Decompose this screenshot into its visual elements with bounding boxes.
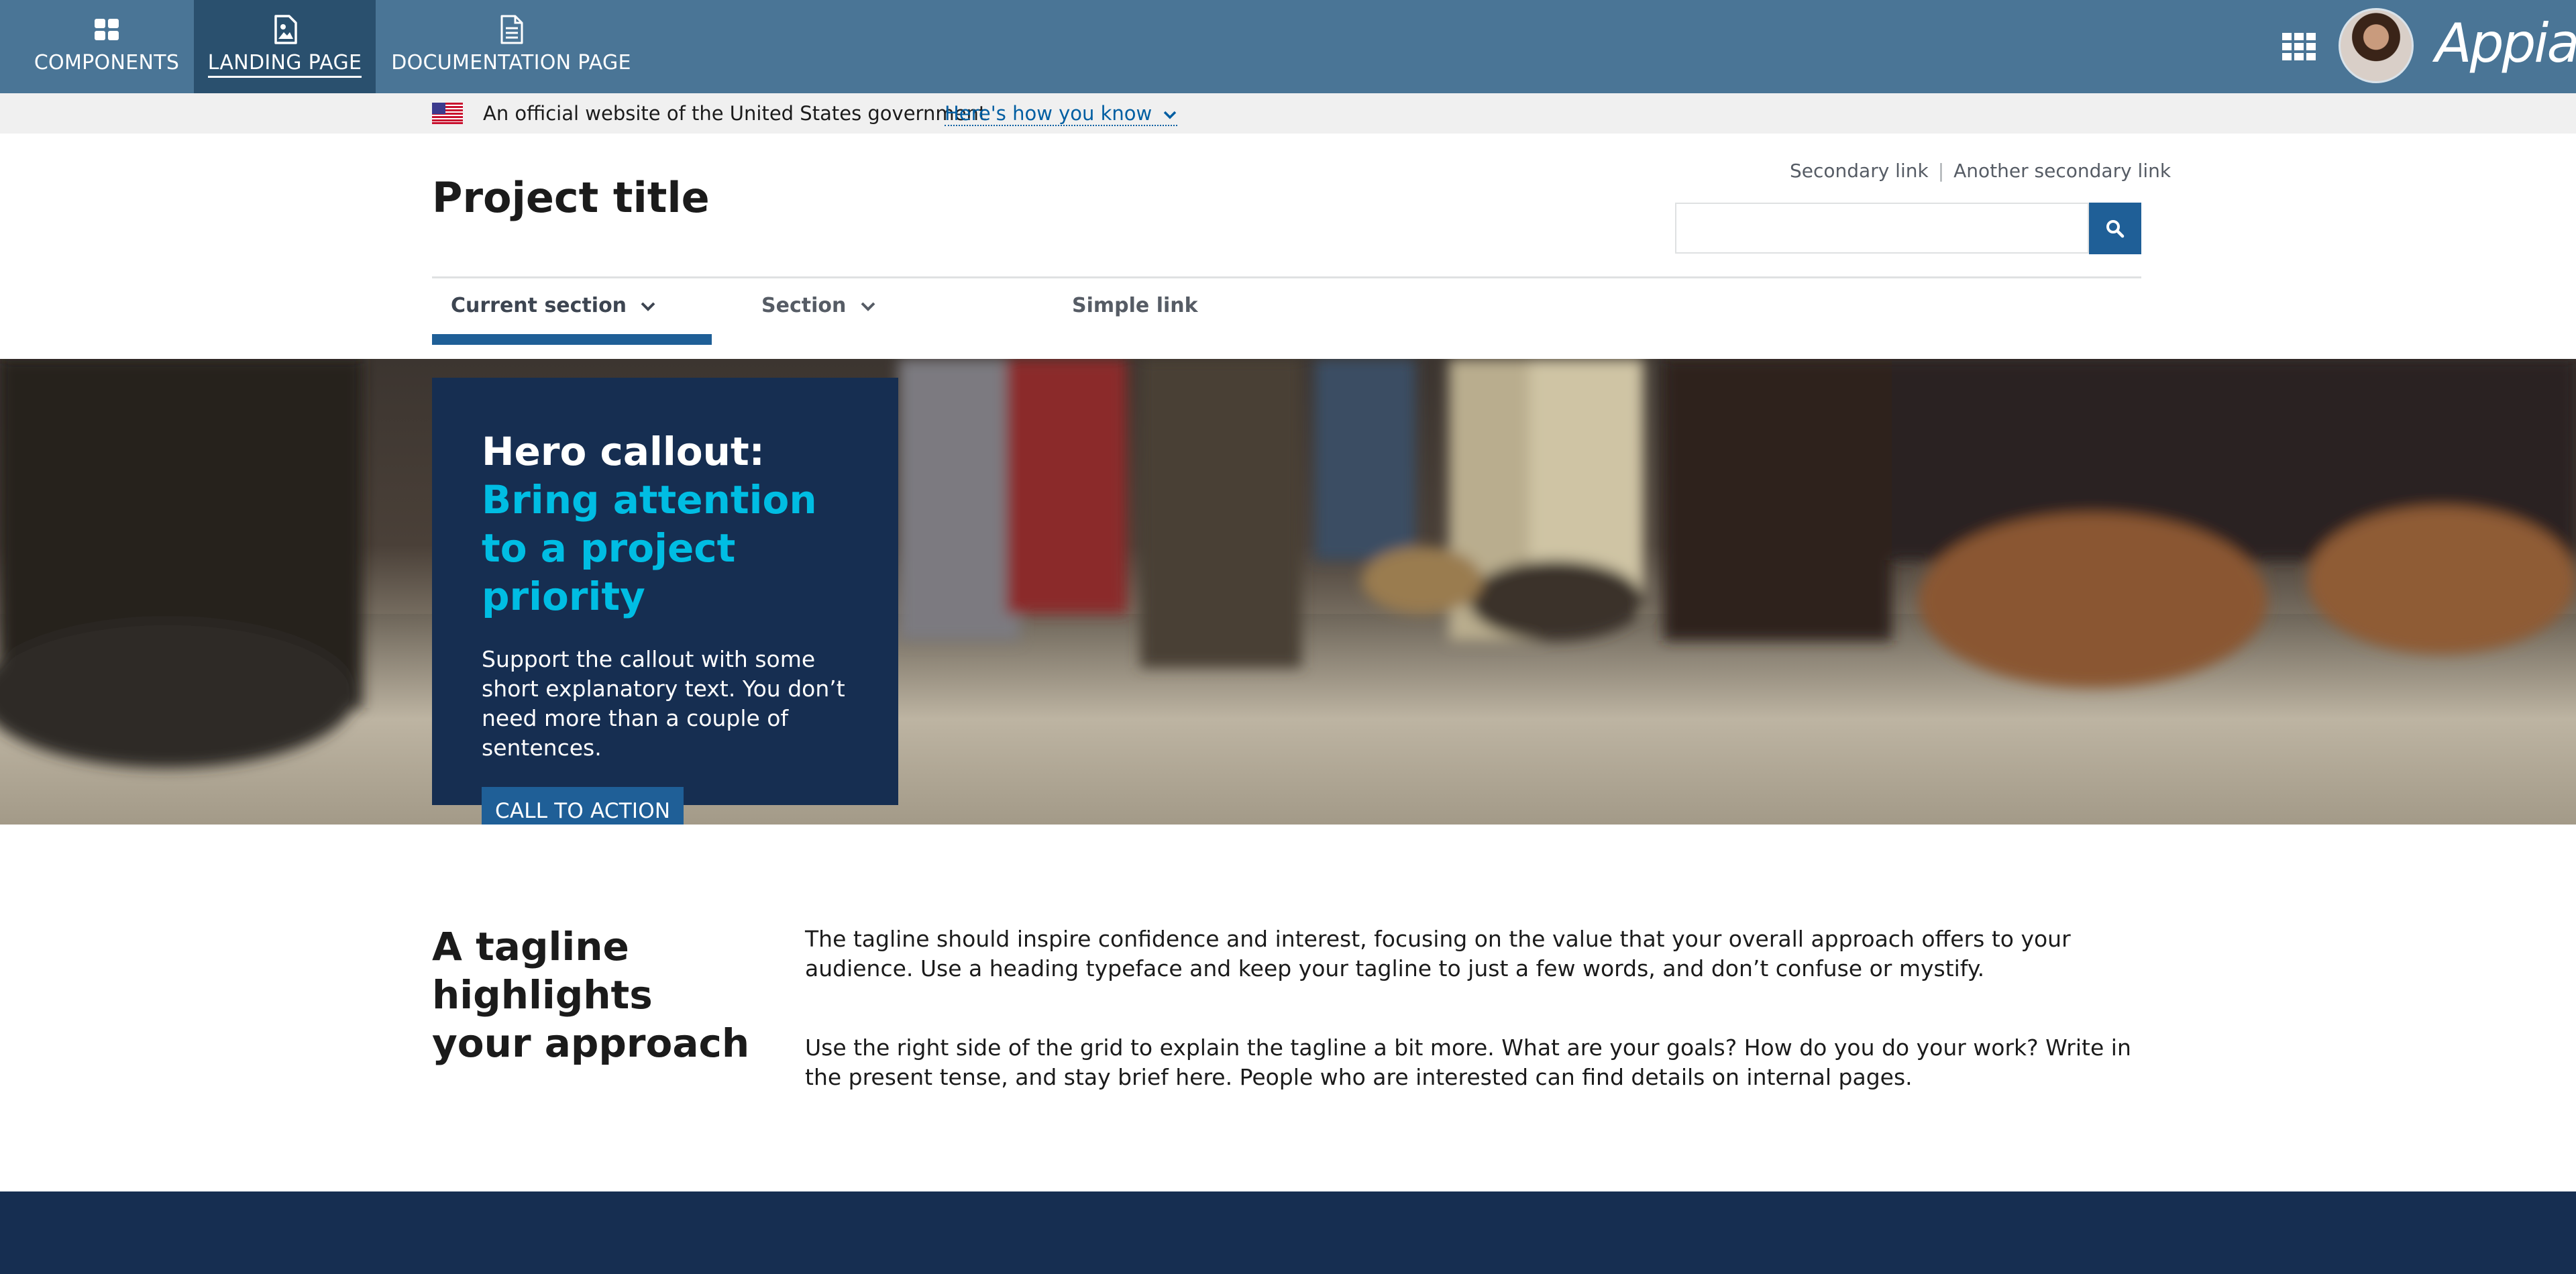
- nav-simple-link[interactable]: Simple link: [1072, 294, 1198, 317]
- tab-components[interactable]: COMPONENTS: [20, 0, 193, 93]
- search-icon: [2106, 219, 2125, 237]
- heres-how-you-know-label: Here's how you know: [945, 102, 1152, 125]
- hero-heading: Hero callout: Bring attention to a proje…: [482, 427, 849, 621]
- secondary-links: Secondary link | Another secondary link: [1790, 160, 2171, 182]
- tagline-paragraph: The tagline should inspire confidence an…: [805, 926, 2071, 981]
- user-avatar[interactable]: [2339, 8, 2414, 83]
- hero-body-text: Support the callout with some short expl…: [482, 646, 845, 761]
- hero-heading-accent: Bring attention to a project priority: [482, 477, 817, 619]
- current-section-indicator: [432, 334, 712, 345]
- chevron-down-icon: [1163, 111, 1176, 119]
- tab-landing-page[interactable]: LANDING PAGE: [194, 0, 376, 93]
- nav-section-label: Section: [761, 294, 847, 317]
- header-divider: [432, 276, 2141, 278]
- link-separator: |: [1937, 160, 1945, 182]
- chevron-down-icon: [641, 302, 655, 311]
- image-file-icon: [274, 15, 297, 44]
- heres-how-you-know-link[interactable]: Here's how you know: [945, 102, 1177, 126]
- call-to-action-button[interactable]: CALL TO ACTION: [482, 787, 684, 825]
- us-flag-icon: [432, 103, 463, 124]
- secondary-link[interactable]: Secondary link: [1790, 160, 1929, 182]
- search-input[interactable]: [1675, 203, 2089, 254]
- tab-components-label: COMPONENTS: [34, 51, 180, 74]
- hero-section: Hero callout: Bring attention to a proje…: [0, 359, 2576, 825]
- hero-callout-card: Hero callout: Bring attention to a proje…: [432, 378, 898, 825]
- grid-tiles-icon: [95, 19, 119, 40]
- nav-current-section[interactable]: Current section: [451, 294, 656, 317]
- gov-banner-text: An official website of the United States…: [483, 102, 987, 125]
- search-button[interactable]: [2089, 203, 2141, 254]
- tagline-paragraph: Use the right side of the grid to explai…: [805, 1034, 2131, 1090]
- nav-current-section-label: Current section: [451, 294, 627, 317]
- appian-logo: Appian: [2435, 12, 2576, 74]
- app-header-bar: COMPONENTS LANDING PAGE DOCUMENTATION PA…: [0, 0, 2576, 93]
- gov-banner: An official website of the United States…: [0, 93, 2576, 134]
- app-launcher-grid-icon[interactable]: [2281, 32, 2317, 60]
- hero-heading-prefix: Hero callout:: [482, 429, 765, 474]
- nav-section[interactable]: Section: [761, 294, 876, 317]
- hero-background-photo: [0, 359, 2576, 825]
- chevron-down-icon: [861, 302, 875, 311]
- another-secondary-link[interactable]: Another secondary link: [1953, 160, 2171, 182]
- project-title[interactable]: Project title: [432, 173, 710, 222]
- tab-documentation-page[interactable]: DOCUMENTATION PAGE: [377, 0, 645, 93]
- footer-band: [0, 1191, 2576, 1274]
- document-icon: [500, 15, 523, 44]
- tab-documentation-page-label: DOCUMENTATION PAGE: [391, 51, 631, 74]
- tagline-heading: A tagline highlights your approach: [432, 924, 750, 1066]
- tab-landing-page-label: LANDING PAGE: [207, 51, 362, 78]
